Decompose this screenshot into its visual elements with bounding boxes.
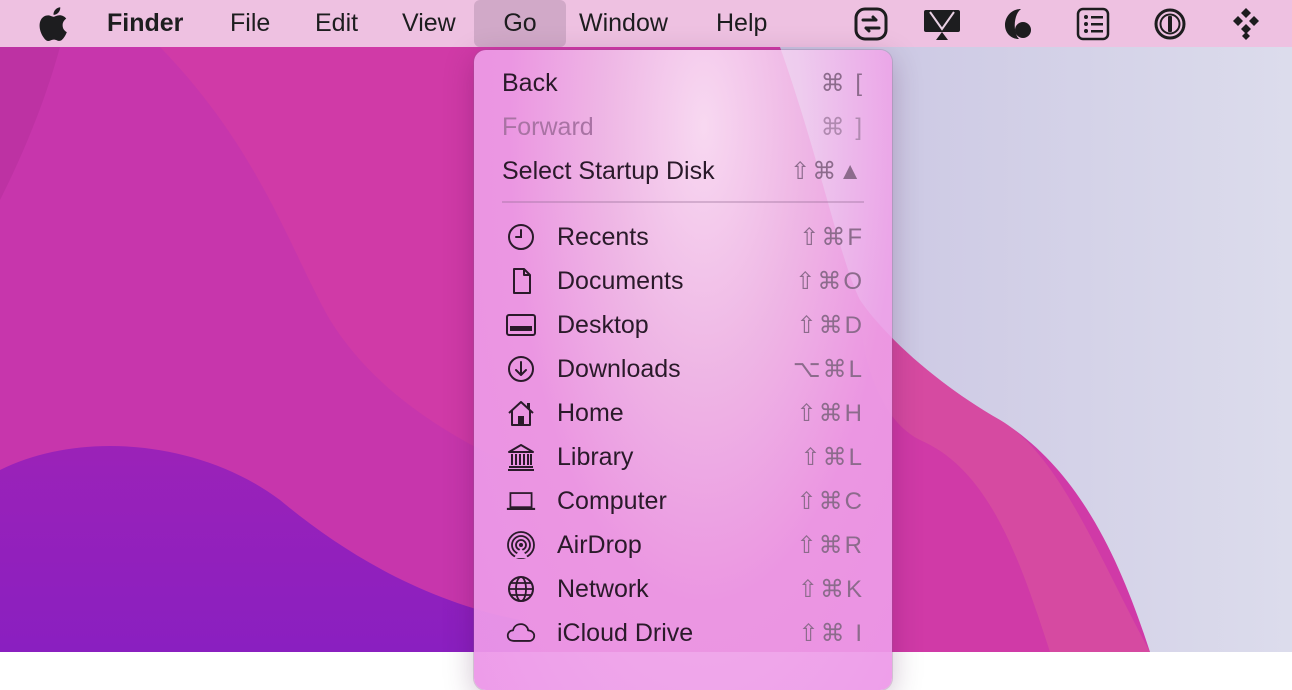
night-shift-icon[interactable] — [1000, 6, 1036, 42]
laptop-icon — [506, 486, 536, 516]
menu-edit[interactable]: Edit — [315, 0, 358, 47]
menu-item-documents[interactable]: Documents ⇧⌘O — [474, 259, 892, 303]
menu-item-home[interactable]: Home ⇧⌘H — [474, 391, 892, 435]
menu-item-label: Computer — [557, 486, 667, 515]
menu-item-shortcut: ⇧⌘O — [795, 267, 864, 295]
menu-item-shortcut: ⇧⌘D — [796, 311, 864, 339]
home-icon — [506, 398, 536, 428]
1password-icon[interactable] — [1152, 6, 1188, 42]
menu-bar: Finder File Edit View Go Window Help — [0, 0, 1292, 47]
menu-item-shortcut: ⇧⌘H — [796, 399, 864, 427]
menu-item-library[interactable]: Library ⇧⌘L — [474, 435, 892, 479]
menu-item-shortcut: ⇧⌘ I — [798, 619, 864, 647]
menu-item-network[interactable]: Network ⇧⌘K — [474, 567, 892, 611]
menu-item-label: Downloads — [557, 354, 681, 383]
menu-separator — [502, 201, 864, 203]
menu-item-airdrop[interactable]: AirDrop ⇧⌘R — [474, 523, 892, 567]
download-icon — [506, 354, 536, 384]
menu-item-label: Back — [502, 68, 558, 97]
menu-item-icloud-drive[interactable]: iCloud Drive ⇧⌘ I — [474, 611, 892, 655]
menu-item-label: Home — [557, 398, 624, 427]
menu-item-label: Network — [557, 574, 649, 603]
menu-item-shortcut: ⌥⌘L — [792, 355, 864, 383]
menu-item-label: AirDrop — [557, 530, 642, 559]
menu-item-computer[interactable]: Computer ⇧⌘C — [474, 479, 892, 523]
menu-item-label: Library — [557, 442, 634, 471]
menu-item-shortcut: ⌘ [ — [820, 69, 864, 97]
menu-item-shortcut: ⇧⌘▲ — [790, 157, 864, 185]
menu-item-label: Select Startup Disk — [502, 156, 715, 185]
control-center-icon[interactable] — [853, 6, 889, 42]
menu-item-shortcut: ⇧⌘K — [797, 575, 864, 603]
cloud-icon — [506, 618, 536, 648]
menu-item-downloads[interactable]: Downloads ⌥⌘L — [474, 347, 892, 391]
menu-item-back[interactable]: Back ⌘ [ — [474, 61, 892, 105]
diamond-grid-icon[interactable] — [1228, 6, 1264, 42]
menu-item-forward[interactable]: Forward ⌘ ] — [474, 105, 892, 149]
menu-item-select-startup-disk[interactable]: Select Startup Disk ⇧⌘▲ — [474, 149, 892, 193]
globe-icon — [506, 574, 536, 604]
menu-item-recents[interactable]: Recents ⇧⌘F — [474, 215, 892, 259]
menu-item-shortcut: ⇧⌘C — [796, 487, 864, 515]
desktop-icon — [506, 310, 536, 340]
menu-item-label: Documents — [557, 266, 684, 295]
reminders-list-icon[interactable] — [1075, 6, 1111, 42]
go-menu-dropdown: Back ⌘ [ Forward ⌘ ] Select Startup Disk… — [474, 50, 892, 690]
document-icon — [506, 266, 536, 296]
menu-item-desktop[interactable]: Desktop ⇧⌘D — [474, 303, 892, 347]
clock-icon — [506, 222, 536, 252]
menu-file[interactable]: File — [230, 0, 270, 47]
menu-item-label: Desktop — [557, 310, 649, 339]
menu-window[interactable]: Window — [579, 0, 668, 47]
menu-app-name[interactable]: Finder — [107, 0, 183, 47]
menu-item-label: Forward — [502, 112, 594, 141]
menu-view[interactable]: View — [402, 0, 456, 47]
menu-item-shortcut: ⇧⌘R — [796, 531, 864, 559]
menu-item-shortcut: ⇧⌘L — [800, 443, 864, 471]
menu-go[interactable]: Go — [474, 0, 566, 47]
menu-item-shortcut: ⌘ ] — [820, 113, 864, 141]
airplay-display-icon[interactable] — [922, 6, 962, 42]
menu-help[interactable]: Help — [716, 0, 767, 47]
apple-logo-icon — [39, 6, 67, 41]
library-icon — [506, 442, 536, 472]
menu-item-label: Recents — [557, 222, 649, 251]
airdrop-icon — [506, 530, 536, 560]
apple-menu[interactable] — [38, 0, 68, 47]
menu-item-shortcut: ⇧⌘F — [799, 223, 864, 251]
menu-item-label: iCloud Drive — [557, 618, 694, 647]
